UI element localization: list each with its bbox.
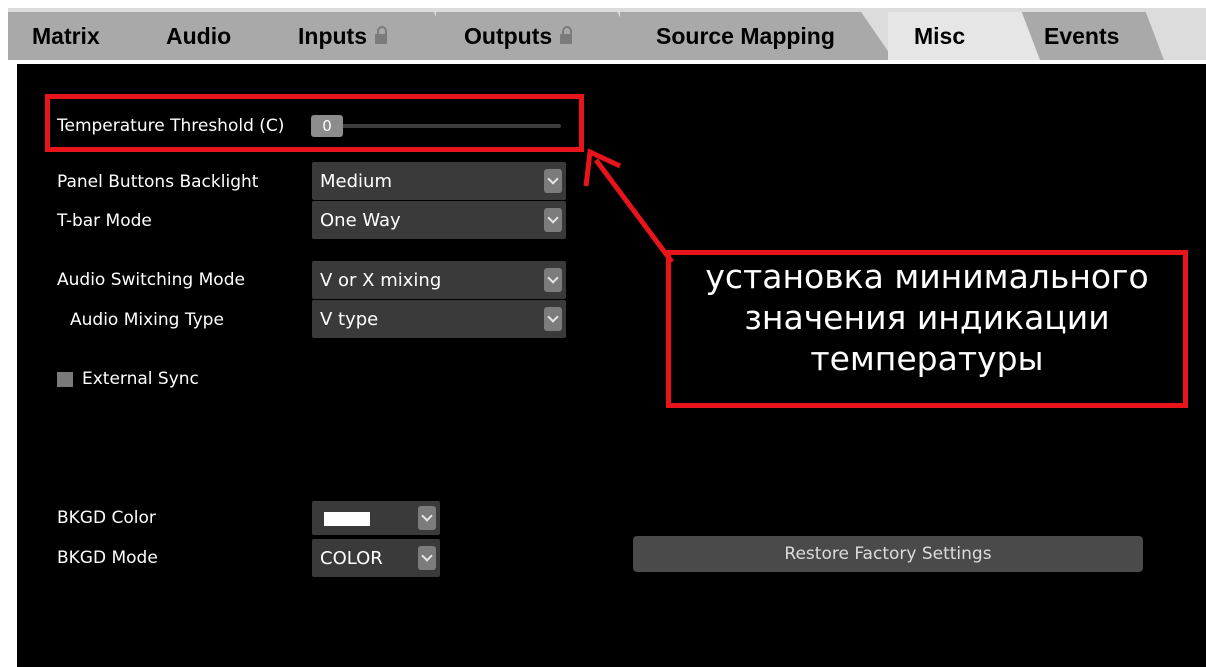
tab-bar: Matrix Audio Inputs Outputs Source Mappi… [8, 8, 1206, 60]
lock-icon [375, 26, 387, 44]
tab-events-label: Events [1044, 22, 1120, 49]
tab-misc-label: Misc [914, 22, 966, 49]
tab-matrix-label: Matrix [32, 22, 100, 49]
tab-inputs-label: Inputs [298, 22, 367, 49]
tab-misc[interactable]: Misc [888, 12, 1040, 60]
annotation-arrow [583, 148, 675, 264]
tab-inputs[interactable]: Inputs [270, 12, 456, 60]
tab-outputs[interactable]: Outputs [436, 12, 642, 60]
tab-source-mapping-label: Source Mapping [656, 22, 835, 49]
tab-outputs-label: Outputs [464, 22, 553, 49]
tab-source-mapping[interactable]: Source Mapping [620, 12, 894, 60]
arrow-shaft [593, 158, 675, 264]
tab-matrix[interactable]: Matrix [8, 12, 168, 60]
lock-icon [560, 26, 573, 44]
tab-audio-label: Audio [166, 22, 232, 49]
app-frame: Matrix Audio Inputs Outputs Source Mappi… [0, 0, 1206, 667]
